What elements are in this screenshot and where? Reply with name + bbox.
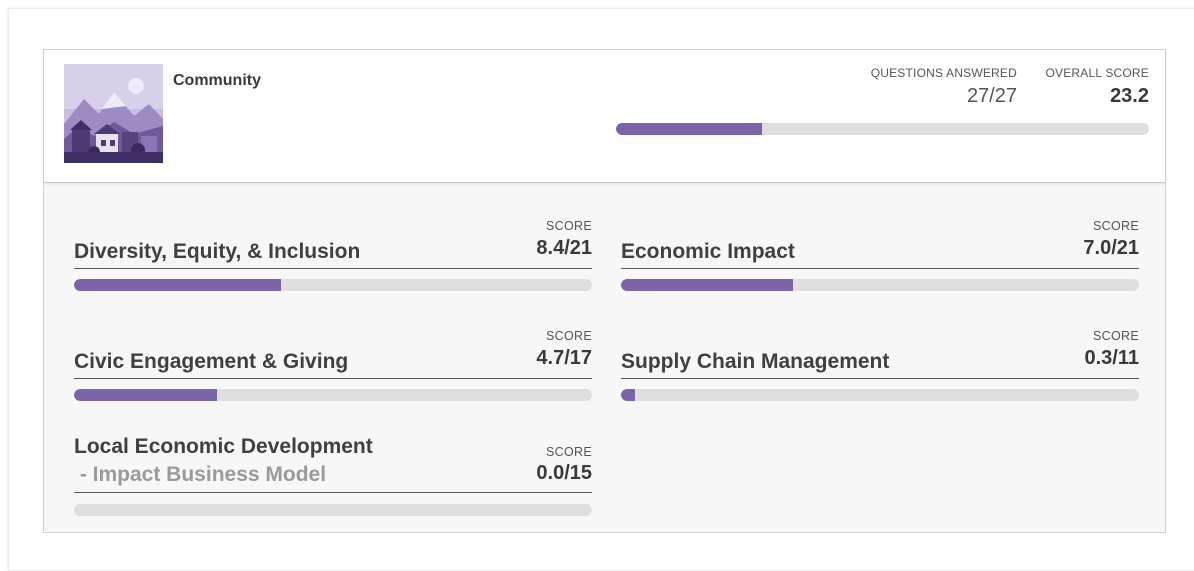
category-name: Local Economic Development [74,435,373,458]
category-header: Diversity, Equity, & Inclusion SCORE 8.4… [74,219,592,269]
category-header: Supply Chain Management SCORE 0.3/11 [621,329,1139,379]
category-header: Civic Engagement & Giving SCORE 4.7/17 [74,329,592,379]
category-score: 4.7/17 [536,347,592,369]
questions-answered-label: QUESTIONS ANSWERED [870,66,1017,80]
overall-progress-fill [616,123,762,135]
card-header: Community QUESTIONS ANSWERED 27/27 OVERA… [44,50,1165,183]
category-progress-bar [74,389,592,401]
category-diversity-equity-inclusion: Diversity, Equity, & Inclusion SCORE 8.4… [74,219,592,319]
score-label: SCORE [1093,329,1139,343]
score-label: SCORE [546,219,592,233]
score-label: SCORE [1093,219,1139,233]
category-header: Local Economic Development - Impact Busi… [74,433,592,493]
category-score: 8.4/21 [536,237,592,259]
overall-score-label: OVERALL SCORE [1045,66,1149,80]
category-progress-fill [621,279,794,291]
community-illustration-icon [64,64,163,163]
category-name: Supply Chain Management [621,350,890,373]
overall-progress-bar [616,123,1149,135]
category-name: Economic Impact [621,240,795,263]
community-score-card: Community QUESTIONS ANSWERED 27/27 OVERA… [43,49,1166,533]
category-progress-bar [74,279,592,291]
score-label: SCORE [546,329,592,343]
section-title: Community [173,72,261,89]
category-local-economic-development: Local Economic Development - Impact Busi… [74,433,592,533]
category-score: 0.3/11 [1084,347,1139,369]
category-progress-bar [621,389,1139,401]
category-score: 7.0/21 [1083,237,1139,259]
overall-score-value: 23.2 [1110,85,1149,107]
category-name: Civic Engagement & Giving [74,350,349,373]
category-header: Economic Impact SCORE 7.0/21 [621,219,1139,269]
category-progress-fill [621,389,635,401]
category-subtitle: - Impact Business Model [74,463,327,486]
score-label: SCORE [546,445,592,459]
category-progress-fill [74,279,282,291]
category-progress-fill [74,389,217,401]
category-supply-chain-management: Supply Chain Management SCORE 0.3/11 [621,329,1139,429]
category-progress-bar [621,279,1139,291]
category-score: 0.0/15 [536,462,592,484]
category-progress-bar [74,504,592,516]
category-economic-impact: Economic Impact SCORE 7.0/21 [621,219,1139,319]
category-name: Diversity, Equity, & Inclusion [74,240,361,263]
questions-answered-value: 27/27 [966,85,1017,107]
category-civic-engagement-giving: Civic Engagement & Giving SCORE 4.7/17 [74,329,592,429]
